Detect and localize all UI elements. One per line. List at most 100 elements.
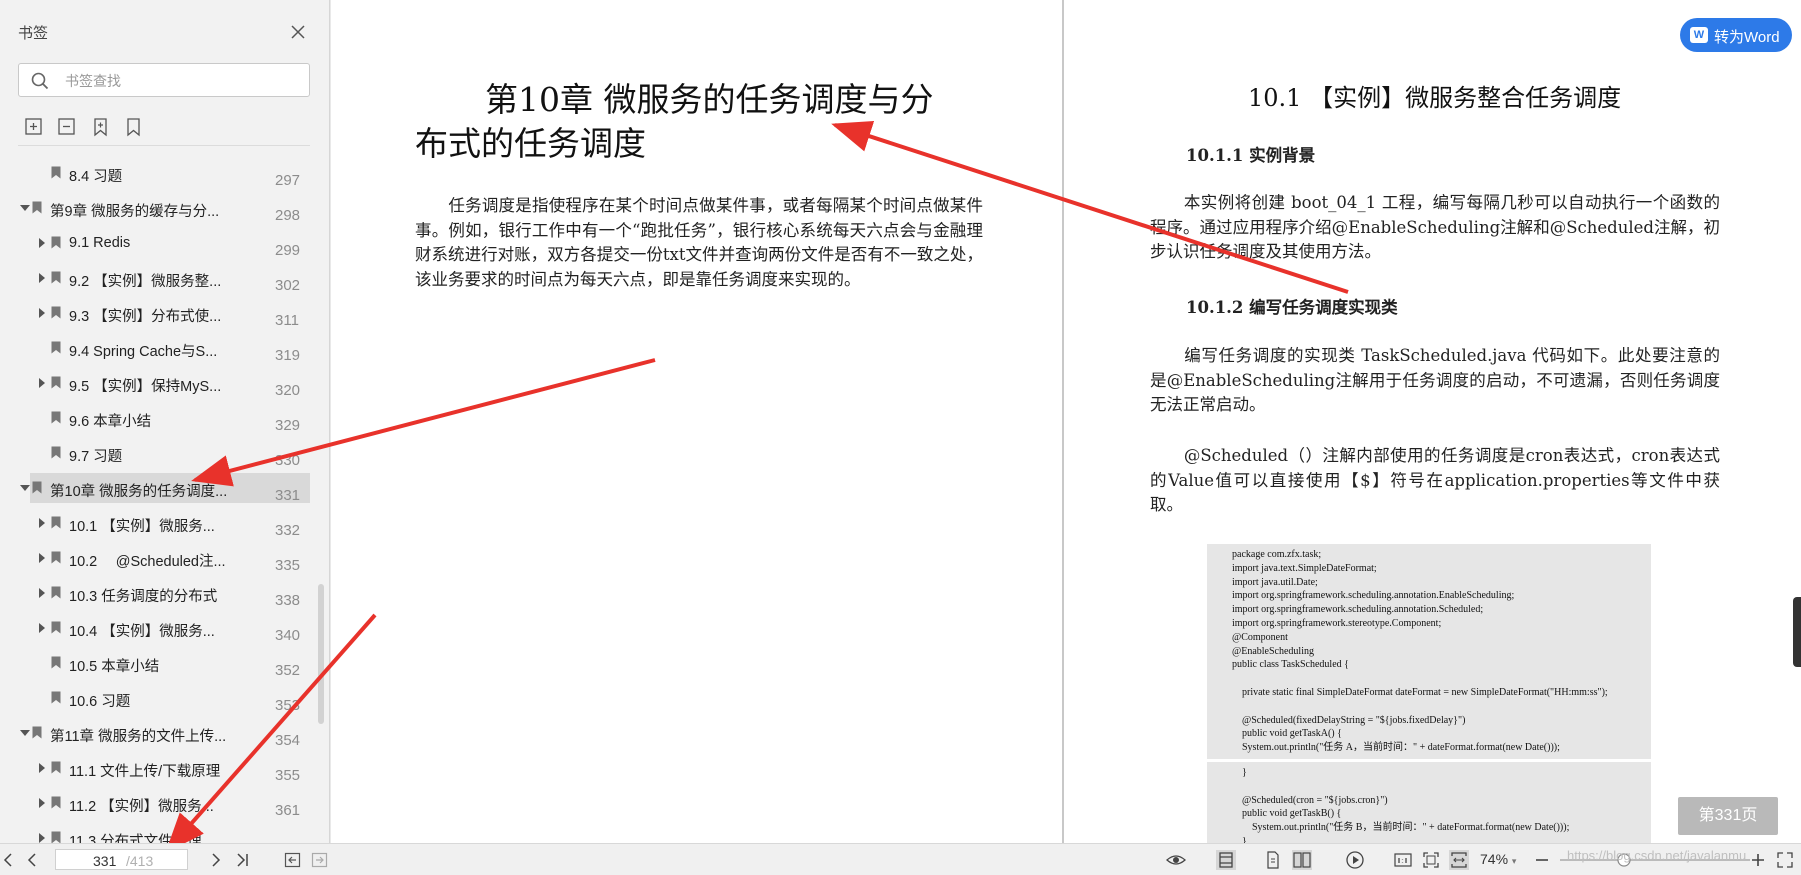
expand-arrow-icon[interactable] [39,308,45,318]
collapse-arrow-icon[interactable] [20,205,30,211]
close-icon[interactable] [288,22,308,42]
expand-arrow-icon[interactable] [39,588,45,598]
expand-arrow-icon[interactable] [39,623,45,633]
bookmark-icon [51,236,61,249]
bookmark-label: 11.2 【实例】微服务... [69,799,214,815]
expand-arrow-icon[interactable] [39,553,45,563]
code-line: public void getTaskB() { [1232,808,1342,820]
expand-arrow-icon[interactable] [39,273,45,283]
bookmark-icon [51,271,61,284]
bookmark-tree: 8.4 习题 297 第9章 微服务的缓存与分... 298 9.1 Redis 299 9… [0,158,318,843]
code-line: import org.springframework.scheduling.an… [1232,590,1515,602]
bookmark-page-number: 299 [275,242,301,259]
expand-arrow-icon[interactable] [39,238,45,248]
bookmark-item[interactable]: 11.1 文件上传/下载原理 355 [0,753,310,784]
bookmark-item[interactable]: 8.4 习题 297 [0,158,310,189]
bookmark-panel-title: 书签 [18,25,49,42]
bookmark-label: 第10章 微服务的任务调度... [50,484,228,500]
expand-all-icon[interactable] [24,117,44,137]
bookmark-item[interactable]: 10.4 【实例】微服务... 340 [0,613,310,644]
bookmark-item[interactable]: 第10章 微服务的任务调度... 331 [20,473,310,504]
expand-arrow-icon[interactable] [39,763,45,773]
bookmark-icon [32,201,42,214]
edge-handle[interactable] [1793,597,1801,667]
code-block: package com.zfx.task; import java.text.Si… [1207,544,1651,755]
single-page-view-icon[interactable] [1216,850,1236,870]
bookmark-label: 10.4 【实例】微服务... [69,624,215,640]
eye-protection-icon[interactable] [1165,850,1186,870]
expand-arrow-icon[interactable] [39,518,45,528]
code-line: public void getTaskA() { [1232,728,1342,740]
bookmark-label: 10.3 任务调度的分布式 [69,589,218,605]
zoom-in-icon[interactable] [1748,850,1768,870]
page-number-input[interactable]: 331 /413 [55,849,188,870]
code-line: } [1232,766,1247,778]
back-icon[interactable] [283,850,303,870]
bookmark-page-number: 353 [275,697,301,714]
total-pages: /413 [126,853,154,869]
bookmark-icon [51,376,61,389]
bookmark-item[interactable]: 10.5 本章小结 352 [0,648,310,679]
zoom-level-dropdown[interactable]: 74% ▾ [1480,851,1516,867]
divider [18,145,310,146]
expand-arrow-icon[interactable] [39,833,45,843]
bookmark-icon [51,166,61,179]
bookmark-item[interactable]: 9.1 Redis 299 [0,228,310,259]
zoom-out-icon[interactable] [1532,850,1552,870]
bookmark-search-box[interactable] [18,63,310,97]
expand-arrow-icon[interactable] [39,798,45,808]
bookmark-icon [51,761,61,774]
fit-page-icon[interactable] [1421,850,1441,870]
add-bookmark-icon[interactable] [91,117,111,137]
continuous-view-icon[interactable] [1263,850,1283,870]
bookmark-scrollbar[interactable] [318,584,324,724]
bookmark-panel: 书签 8.4 习题 297 第9章 微服务的缓存与分... 298 9.1 Redis 2… [0,0,330,843]
bookmark-icon [51,586,61,599]
bookmark-item[interactable]: 10.2 @Scheduled注... 335 [0,543,310,574]
next-page-icon[interactable] [206,850,226,870]
bookmark-item[interactable]: 9.7 习题 330 [0,438,310,469]
first-page-icon[interactable] [0,850,20,870]
bookmark-item[interactable]: 11.2 【实例】微服务... 361 [0,788,310,819]
bookmark-item[interactable]: 10.1 【实例】微服务... 332 [0,508,310,539]
bookmark-item[interactable]: 9.4 Spring Cache与S... 319 [0,333,310,364]
bookmark-page-number: 335 [275,557,301,574]
code-line: System.out.println("任务 B，当前时间：" + dateFo… [1232,822,1570,834]
code-line: @Component [1232,631,1288,643]
prev-page-icon[interactable] [22,850,42,870]
bookmark-item[interactable]: 第9章 微服务的缓存与分... 298 [0,193,310,224]
bookmark-icon [51,306,61,319]
two-page-view-icon[interactable] [1292,850,1312,870]
bookmark-item[interactable]: 11.3 分布式文件管理 [0,823,310,843]
actual-size-icon[interactable] [1393,850,1413,870]
fit-width-icon[interactable] [1449,850,1469,870]
bookmark-item[interactable]: 10.6 习题 353 [0,683,310,714]
bookmark-label: 10.6 习题 [69,694,131,710]
bookmark-page-number: 302 [275,277,301,294]
search-icon [31,72,49,90]
play-icon[interactable] [1345,850,1365,870]
bookmark-item[interactable]: 9.2 【实例】微服务整... 302 [0,263,310,294]
last-page-icon[interactable] [232,850,252,870]
fullscreen-icon[interactable] [1775,850,1795,870]
expand-arrow-icon[interactable] [39,378,45,388]
bookmark-search-input[interactable] [63,70,297,92]
bookmark-page-number: 331 [275,487,301,504]
code-line: import java.util.Date; [1232,576,1318,588]
bookmark-label: 10.2 @Scheduled注... [69,554,226,570]
convert-to-word-button[interactable]: W 转为Word [1680,18,1792,52]
bookmark-item[interactable]: 第11章 微服务的文件上传... 354 [0,718,310,749]
bookmark-item[interactable]: 9.3 【实例】分布式使... 311 [0,298,310,329]
bookmark-item[interactable]: 9.5 【实例】保持MyS... 320 [0,368,310,399]
convert-to-word-label: 转为Word [1714,29,1780,46]
code-block: } @Scheduled(cron = "${jobs.cron}") publ… [1207,758,1651,849]
bookmark-page-number: 330 [275,452,301,469]
collapse-arrow-icon[interactable] [20,485,30,491]
collapse-arrow-icon[interactable] [20,730,30,736]
bookmark-item[interactable]: 10.3 任务调度的分布式 338 [0,578,310,609]
forward-icon[interactable] [310,850,330,870]
collapse-all-icon[interactable] [57,117,77,137]
bookmark-page-number: 320 [275,382,301,399]
bookmark-item[interactable]: 9.6 本章小结 329 [0,403,310,434]
bookmark-icon[interactable] [124,117,144,137]
